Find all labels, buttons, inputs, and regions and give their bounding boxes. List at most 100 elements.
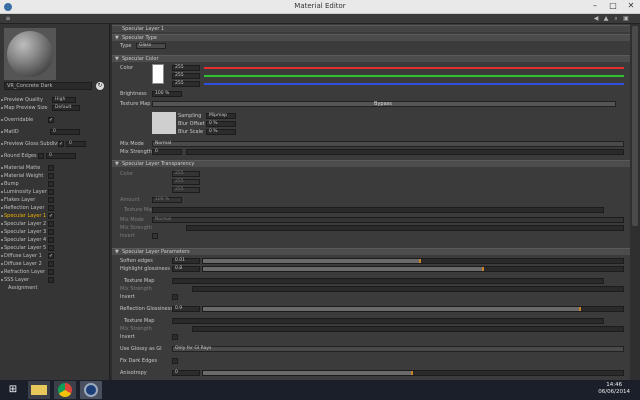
brightness-field[interactable]: 100 % bbox=[152, 91, 182, 97]
channel-specular-layer-4[interactable]: Specular Layer 4 bbox=[0, 236, 110, 244]
channel-diffuse-layer-2[interactable]: Diffuse Layer 2 bbox=[0, 260, 110, 268]
file-explorer-icon[interactable] bbox=[28, 381, 50, 399]
channel-checkbox[interactable] bbox=[48, 245, 54, 251]
highlight-glossiness-field[interactable]: 0.8 bbox=[172, 266, 200, 272]
channel-checkbox[interactable] bbox=[48, 165, 54, 171]
p-invert-checkbox[interactable] bbox=[172, 294, 178, 300]
sampling-dropdown[interactable]: Mipmap bbox=[206, 113, 236, 119]
channel-checkbox[interactable] bbox=[48, 221, 54, 227]
clock[interactable]: 14:46 06/06/2014 bbox=[598, 382, 630, 396]
search-icon[interactable]: ⌕ bbox=[612, 15, 620, 23]
maximize-button[interactable]: □ bbox=[604, 0, 622, 13]
soften-edges-slider[interactable] bbox=[202, 258, 624, 264]
soften-edges-field[interactable]: 0.01 bbox=[172, 258, 200, 264]
material-name-field[interactable]: VR_Concrete Dark bbox=[4, 82, 92, 90]
color-g-field[interactable]: 255 bbox=[172, 73, 200, 79]
channel-specular-layer-5[interactable]: Specular Layer 5 bbox=[0, 244, 110, 252]
channel-checkbox[interactable] bbox=[48, 189, 54, 195]
channel-refraction-layer[interactable]: Refraction Layer bbox=[0, 268, 110, 276]
preview-gloss-checkbox[interactable]: ✓ bbox=[58, 141, 64, 147]
tr-mix-mode-dropdown[interactable]: Normal bbox=[152, 217, 624, 223]
mix-strength-slider[interactable] bbox=[186, 149, 624, 155]
p2-texture-label: Texture Map bbox=[124, 318, 155, 324]
red-slider[interactable] bbox=[204, 67, 624, 69]
anisotropy-slider[interactable] bbox=[202, 370, 624, 376]
round-edges-checkbox[interactable] bbox=[38, 153, 44, 159]
material-preview[interactable] bbox=[4, 28, 56, 80]
back-arrow-icon[interactable]: ◀ bbox=[592, 15, 600, 23]
channel-diffuse-layer-1[interactable]: Diffuse Layer 1 ✓ bbox=[0, 252, 110, 260]
p2-invert-checkbox[interactable] bbox=[172, 334, 178, 340]
channel-checkbox[interactable]: ✓ bbox=[48, 213, 54, 219]
blur-offset-field[interactable]: 0 % bbox=[206, 121, 236, 127]
channel-luminosity-layer[interactable]: Luminosity Layer bbox=[0, 188, 110, 196]
matid-field[interactable]: 0 bbox=[50, 129, 80, 135]
minimize-button[interactable]: – bbox=[586, 0, 604, 13]
mix-mode-dropdown[interactable]: Normal bbox=[152, 141, 624, 147]
channel-checkbox[interactable] bbox=[48, 261, 54, 267]
channel-checkbox[interactable] bbox=[48, 229, 54, 235]
channel-material-matte[interactable]: Material Matte bbox=[0, 164, 110, 172]
blue-slider[interactable] bbox=[204, 83, 624, 85]
tr-mix-strength-slider[interactable] bbox=[186, 225, 624, 231]
fix-dark-edges-checkbox[interactable] bbox=[172, 358, 178, 364]
tr-invert-checkbox[interactable] bbox=[152, 233, 158, 239]
channel-checkbox[interactable] bbox=[48, 181, 54, 187]
channel-checkbox[interactable] bbox=[48, 277, 54, 283]
p-texture-slot[interactable] bbox=[172, 278, 604, 284]
p2-mix-strength-slider[interactable] bbox=[192, 326, 624, 332]
type-dropdown[interactable]: Glass bbox=[136, 43, 166, 49]
preview-gloss-field[interactable]: 0 bbox=[66, 141, 86, 147]
round-edges-field[interactable]: 0 bbox=[46, 153, 76, 159]
tr-amount-field[interactable]: 100 % bbox=[152, 197, 182, 203]
use-glossy-gi-dropdown[interactable]: Only for GI Rays bbox=[172, 346, 624, 352]
channel-specular-layer-2[interactable]: Specular Layer 2 bbox=[0, 220, 110, 228]
highlight-glossiness-slider[interactable] bbox=[202, 266, 624, 272]
channel-checkbox[interactable] bbox=[48, 205, 54, 211]
channel-bump[interactable]: Bump bbox=[0, 180, 110, 188]
blur-scale-field[interactable]: 0 % bbox=[206, 129, 236, 135]
mix-strength-field[interactable]: 0 bbox=[152, 149, 182, 155]
preview-quality-dropdown[interactable]: High bbox=[52, 97, 76, 103]
channel-checkbox[interactable] bbox=[48, 269, 54, 275]
tr-texture-slot[interactable] bbox=[152, 207, 604, 213]
reflection-glossiness-field[interactable]: 0.9 bbox=[172, 306, 200, 312]
section-specular-type[interactable]: ▼ Specular Type bbox=[112, 34, 630, 41]
start-icon[interactable]: ⊞ bbox=[2, 381, 24, 399]
channel-assignment[interactable]: Assignment bbox=[0, 284, 110, 292]
p2-texture-slot[interactable] bbox=[172, 318, 604, 324]
tr-color-g-field[interactable]: 255 bbox=[172, 179, 200, 185]
tr-color-r-field[interactable]: 255 bbox=[172, 171, 200, 177]
map-preview-size-dropdown[interactable]: Default bbox=[52, 105, 80, 111]
tr-color-b-field[interactable]: 255 bbox=[172, 187, 200, 193]
color-r-field[interactable]: 255 bbox=[172, 65, 200, 71]
channel-checkbox[interactable]: ✓ bbox=[48, 253, 54, 259]
overridable-checkbox[interactable]: ✓ bbox=[48, 117, 54, 123]
vertical-scrollbar[interactable] bbox=[630, 24, 640, 380]
section-specular-transparency[interactable]: ▼ Specular Layer Transparency bbox=[112, 160, 630, 167]
close-button[interactable]: ✕ bbox=[622, 0, 640, 13]
chrome-icon[interactable] bbox=[54, 381, 76, 399]
channel-flakes-layer[interactable]: Flakes Layer bbox=[0, 196, 110, 204]
anisotropy-field[interactable]: 0 bbox=[172, 370, 200, 376]
channel-sss-layer[interactable]: SSS Layer bbox=[0, 276, 110, 284]
menu-icon[interactable]: ≡ bbox=[4, 15, 12, 23]
section-specular-parameters[interactable]: ▼ Specular Layer Parameters bbox=[112, 248, 630, 255]
scroll-thumb[interactable] bbox=[632, 26, 638, 226]
up-arrow-icon[interactable]: ▲ bbox=[602, 15, 610, 23]
channel-reflection-layer[interactable]: Reflection Layer bbox=[0, 204, 110, 212]
cinema4d-icon[interactable] bbox=[80, 381, 102, 399]
channel-checkbox[interactable] bbox=[48, 237, 54, 243]
refresh-icon[interactable]: ↻ bbox=[96, 82, 104, 90]
channel-specular-layer-3[interactable]: Specular Layer 3 bbox=[0, 228, 110, 236]
channel-material-weight[interactable]: Material Weight bbox=[0, 172, 110, 180]
channel-checkbox[interactable] bbox=[48, 197, 54, 203]
channel-specular-layer-1[interactable]: Specular Layer 1 ✓ bbox=[0, 212, 110, 220]
green-slider[interactable] bbox=[204, 75, 624, 77]
reflection-glossiness-slider[interactable] bbox=[202, 306, 624, 312]
channel-checkbox[interactable] bbox=[48, 173, 54, 179]
lock-icon[interactable]: ▣ bbox=[622, 15, 630, 23]
color-b-field[interactable]: 255 bbox=[172, 81, 200, 87]
section-specular-color[interactable]: ▼ Specular Color bbox=[112, 55, 630, 62]
p-mix-strength-slider[interactable] bbox=[192, 286, 624, 292]
